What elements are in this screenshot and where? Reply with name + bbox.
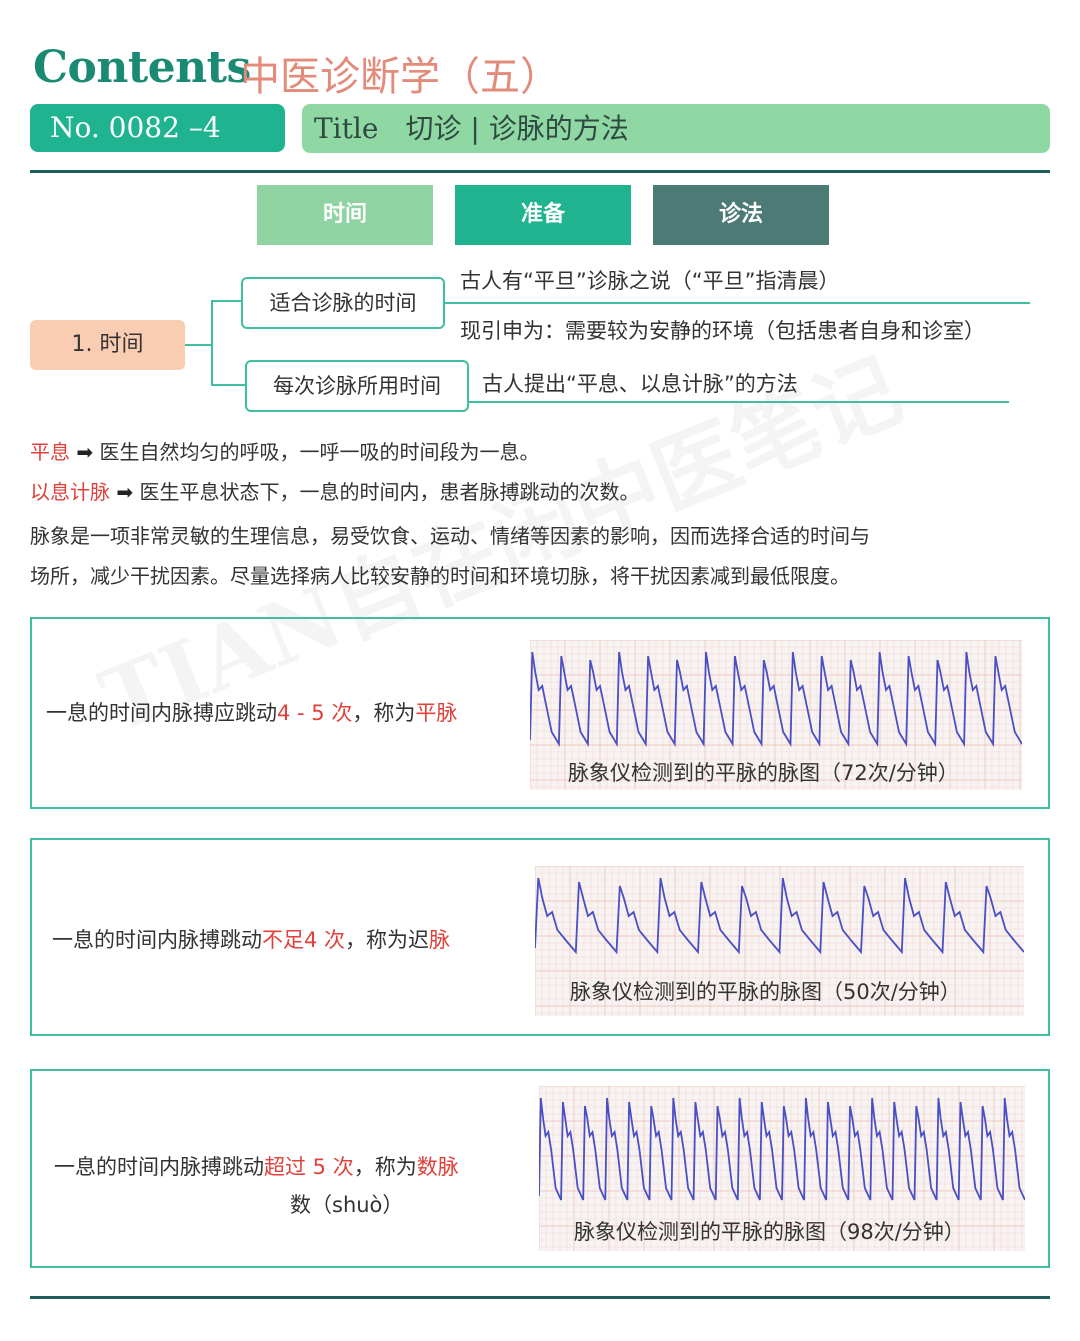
panel-mid: ，称为迟 [345,928,430,952]
term: 以息计脉 [30,480,110,504]
underline [445,302,1030,304]
panel-count: 超过 5 次 [264,1155,354,1179]
definition-text: 医生自然均匀的呼吸，一呼一吸的时间段为一息。 [99,440,540,464]
connector [211,384,245,386]
panel-pre: 一息的时间内脉搏跳动 [52,928,262,952]
panel-pulse-name: 平脉 [415,701,458,725]
branch-suitable-time: 适合诊脉的时间 [241,277,445,329]
panel-pre: 一息的时间内脉搏跳动 [54,1155,264,1179]
branch-line: 古人有“平旦”诊脉之说（“平旦”指清晨） [460,269,840,293]
panel-text: 一息的时间内脉搏跳动超过 5 次，称为数脉 [54,1151,459,1181]
series-title: 中医诊断学（五） [240,54,560,100]
paragraph-line: 脉象是一项非常灵敏的生理信息，易受饮食、运动、情绪等因素的影响，因而选择合适的时… [30,524,870,548]
title-word: Title [314,112,379,145]
underline [469,401,1009,403]
tab-method[interactable]: 诊法 [653,185,829,245]
title-bar: Title 切诊 | 诊脉的方法 [302,104,1050,153]
contents-word: Contents [33,42,251,93]
paragraph-line: 场所，减少干扰因素。尽量选择病人比较安静的时间和环境切脉，将干扰因素减到最低限度… [30,564,850,588]
definition-text: 医生平息状态下，一息的时间内，患者脉搏跳动的次数。 [139,480,640,504]
panel-text: 一息的时间内脉搏跳动不足4 次，称为迟脉 [52,924,450,954]
panel-slow-pulse: 一息的时间内脉搏跳动不足4 次，称为迟脉 脉象仪检测到的平脉的脉图（50次/分钟… [30,838,1050,1036]
panel-mid: ，称为 [353,1155,417,1179]
top-divider [30,170,1050,173]
branch-line: 现引申为：需要较为安静的环境（包括患者自身和诊室） [460,319,985,343]
arrow-right-icon: ➡ [76,440,94,464]
panel-count: 4 - 5 次 [277,701,353,725]
number-badge: No. 0082 –4 [30,104,285,152]
ecg-caption: 脉象仪检测到的平脉的脉图（98次/分钟） [574,1220,965,1244]
connector [211,300,213,385]
branch-duration: 每次诊脉所用时间 [245,360,469,412]
panel-pulse-name: 数脉 [416,1155,459,1179]
connector [185,344,211,346]
panel-pulse-name: 脉 [429,928,451,952]
panel-text: 一息的时间内脉搏应跳动4 - 5 次，称为平脉 [46,697,457,727]
arrow-right-icon: ➡ [116,480,134,504]
mindmap-root: 1. 时间 [30,320,185,370]
definition-yixijimai: 以息计脉 ➡ 医生平息状态下，一息的时间内，患者脉搏跳动的次数。 [30,476,639,505]
ecg-caption: 脉象仪检测到的平脉的脉图（72次/分钟） [568,761,959,785]
bottom-divider [30,1296,1050,1299]
panel-count: 不足4 次 [262,928,346,952]
branch-line: 古人提出“平息、以息计脉”的方法 [482,372,798,396]
definition-pingxi: 平息 ➡ 医生自然均匀的呼吸，一呼一吸的时间段为一息。 [30,436,539,465]
tab-time[interactable]: 时间 [257,185,433,245]
connector [211,300,241,302]
panel-pinyin: 数（shuò） [290,1193,404,1217]
ecg-caption: 脉象仪检测到的平脉的脉图（50次/分钟） [570,980,961,1004]
tab-preparation[interactable]: 准备 [455,185,631,245]
title-text: 切诊 | 诊脉的方法 [405,112,629,145]
term: 平息 [30,440,70,464]
panel-normal-pulse: 一息的时间内脉搏应跳动4 - 5 次，称为平脉 脉象仪检测到的平脉的脉图（72次… [30,617,1050,809]
panel-pre: 一息的时间内脉搏应跳动 [46,701,277,725]
panel-rapid-pulse: 一息的时间内脉搏跳动超过 5 次，称为数脉 数（shuò） 脉象仪检测到的平脉的… [30,1069,1050,1268]
panel-mid: ，称为 [352,701,416,725]
